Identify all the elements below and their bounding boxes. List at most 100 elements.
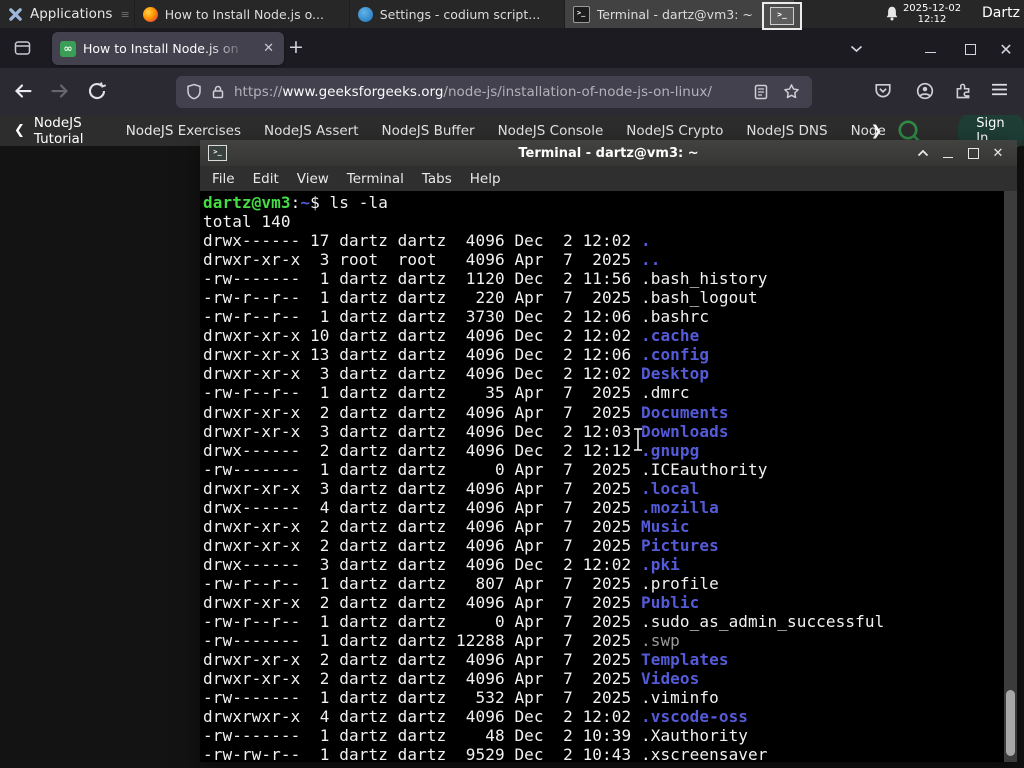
url-bar[interactable]: https://www.geeksforgeeks.org/node-js/in… [176, 75, 812, 108]
ls-meta: -rw------- 1 dartz dartz 48 Dec 2 10:39 [203, 726, 641, 746]
site-nav-item[interactable]: NodeJS Crypto [626, 123, 723, 139]
ls-name: Documents [640, 402, 729, 422]
ls-row: drwxr-xr-x 2 dartz dartz 4096 Apr 7 2025… [203, 669, 1017, 688]
prompt-line: dartz@vm3:~$ ls -la [203, 193, 1017, 212]
ls-name: .local [640, 478, 700, 498]
tracking-shield-icon[interactable] [186, 83, 202, 100]
back-button-icon[interactable] [13, 81, 33, 101]
reload-button-icon[interactable] [87, 81, 107, 101]
ls-row: -rw-r--r-- 1 dartz dartz 3730 Dec 2 12:0… [203, 307, 1017, 326]
ls-meta: drwxr-xr-x 3 dartz dartz 4096 Apr 7 2025 [203, 478, 641, 498]
terminal-scrollbar[interactable] [1004, 191, 1017, 762]
panel-username: Dartz [982, 5, 1020, 21]
url-text: https://www.geeksforgeeks.org/node-js/in… [234, 84, 712, 100]
site-nav-item[interactable]: NodeJS Exercises [126, 123, 241, 139]
url-domain: www.geeksforgeeks.org [282, 83, 444, 100]
taskbar-button-label: How to Install Node.js o... [164, 6, 324, 22]
ls-meta: drwx------ 2 dartz dartz 4096 Dec 2 12:1… [203, 440, 641, 460]
ls-name: .mozilla [640, 497, 719, 517]
taskbar-button-label: Settings - codium script... [379, 6, 541, 22]
ls-row: -rw-r--r-- 1 dartz dartz 0 Apr 7 2025 .s… [203, 612, 1017, 631]
ls-row: -rw------- 1 dartz dartz 48 Dec 2 10:39 … [203, 726, 1017, 745]
taskbar-button[interactable]: How to Install Node.js o... [133, 0, 349, 28]
window-close-button[interactable]: ✕ [994, 38, 1018, 60]
taskbar-button-label: Terminal - dartz@vm3: ~ [596, 6, 753, 22]
ls-name: .sudo_as_admin_successful [640, 612, 885, 632]
ls-meta: drwxr-xr-x 2 dartz dartz 4096 Apr 7 2025 [203, 592, 641, 612]
terminal-titlebar[interactable]: >_ Terminal - dartz@vm3: ~ ✕ [200, 140, 1017, 166]
ls-name: .profile [640, 573, 719, 593]
tab-close-icon[interactable]: ✕ [261, 41, 276, 56]
new-tab-button[interactable]: + [284, 36, 308, 60]
panel-handle-icon: ≡ [120, 7, 130, 21]
terminal-output[interactable]: dartz@vm3:~$ ls -la total 140 drwx------… [200, 191, 1017, 762]
ls-name: Music [640, 516, 690, 536]
prompt-user-host: dartz@vm3 [203, 193, 291, 212]
ls-name: .bash_logout [640, 288, 758, 308]
terminal-menu-file[interactable]: File [212, 171, 235, 187]
taskbar-button[interactable]: Settings - codium script... [348, 0, 564, 28]
pocket-icon[interactable] [874, 82, 892, 100]
tray-terminal-indicator-icon[interactable]: >_ [762, 2, 802, 30]
ls-row: -rw------- 1 dartz dartz 0 Apr 7 2025 .I… [203, 460, 1017, 479]
desktop: Applications ≡ How to Install Node.js o.… [0, 0, 1024, 768]
ls-meta: drwxr-xr-x 2 dartz dartz 4096 Apr 7 2025 [203, 650, 641, 670]
applications-menu-button[interactable]: Applications [0, 0, 120, 28]
site-nav-item[interactable]: NodeJS Console [498, 123, 604, 139]
bookmark-star-icon[interactable] [783, 83, 800, 100]
forward-button-icon[interactable] [50, 81, 70, 101]
ls-row: drwxr-xr-x 3 root root 4096 Apr 7 2025 .… [203, 250, 1017, 269]
ls-name: .vscode-oss [640, 707, 749, 727]
terminal-menu-view[interactable]: View [297, 171, 329, 187]
taskbar-button[interactable]: >_ Terminal - dartz@vm3: ~ [563, 0, 794, 28]
ls-meta: drwx------ 17 dartz dartz 4096 Dec 2 12:… [203, 231, 641, 251]
ls-meta: drwxr-xr-x 3 dartz dartz 4096 Dec 2 12:0… [203, 421, 641, 441]
ls-name: .viminfo [640, 688, 719, 708]
terminal-minimize-button[interactable] [941, 146, 955, 160]
extensions-puzzle-icon[interactable] [954, 82, 972, 100]
terminal-menu-tabs[interactable]: Tabs [422, 171, 452, 187]
terminal-shade-button[interactable] [916, 146, 930, 160]
panel-clock[interactable]: 2025-12-02 12:12 [902, 3, 962, 25]
terminal-icon: >_ [770, 7, 794, 25]
browser-tab[interactable]: ∞ How to Install Node.js on ✕ [52, 32, 284, 65]
geeksforgeeks-favicon-icon: ∞ [60, 40, 76, 57]
terminal-menu-terminal[interactable]: Terminal [347, 171, 404, 187]
terminal-menu-edit[interactable]: Edit [253, 171, 279, 187]
terminal-menu-help[interactable]: Help [470, 171, 501, 187]
ls-row: -rw-rw-r-- 1 dartz dartz 9529 Dec 2 10:4… [203, 745, 1017, 762]
terminal-icon: >_ [572, 5, 590, 23]
terminal-maximize-button[interactable] [966, 146, 980, 160]
reader-view-icon[interactable] [754, 84, 768, 100]
firefox-view-icon[interactable] [14, 40, 31, 56]
ls-name: Videos [640, 669, 700, 689]
account-icon[interactable] [916, 82, 934, 100]
notifications-bell-icon[interactable] [884, 5, 900, 22]
ls-name: Desktop [640, 364, 710, 384]
window-maximize-button[interactable] [958, 38, 982, 60]
top-panel: Applications ≡ How to Install Node.js o.… [0, 0, 1024, 30]
ls-meta: -rw------- 1 dartz dartz 1120 Dec 2 11:5… [203, 269, 641, 289]
site-nav-items: NodeJS Exercises NodeJS Assert NodeJS Buff… [126, 123, 885, 139]
chevron-right-icon[interactable]: ❯ [871, 123, 883, 139]
terminal-scrollbar-thumb[interactable] [1006, 690, 1015, 756]
site-nav-primary[interactable]: NodeJS Tutorial [34, 115, 102, 147]
list-all-tabs-chevron-icon[interactable] [844, 38, 868, 60]
clock-time: 12:12 [917, 14, 947, 25]
site-nav-item[interactable]: NodeJS Assert [264, 123, 359, 139]
chevron-left-icon[interactable]: ❮ [14, 123, 25, 138]
lock-icon[interactable] [211, 84, 225, 100]
ls-name: . [640, 231, 651, 251]
window-minimize-button[interactable] [918, 38, 942, 60]
prompt-cwd: ~ [300, 193, 311, 212]
terminal-close-button[interactable]: ✕ [991, 146, 1005, 161]
ls-name: .. [640, 250, 661, 270]
ls-meta: drwxr-xr-x 3 dartz dartz 4096 Dec 2 12:0… [203, 364, 641, 384]
site-nav-item[interactable]: NodeJS Buffer [382, 123, 475, 139]
ls-meta: drwxrwxr-x 4 dartz dartz 4096 Dec 2 12:0… [203, 707, 641, 727]
site-nav-item[interactable]: NodeJS DNS [746, 123, 827, 139]
hamburger-menu-icon[interactable] [991, 82, 1008, 97]
ls-meta: -rw-r--r-- 1 dartz dartz 220 Apr 7 2025 [203, 288, 641, 308]
ls-meta: -rw-r--r-- 1 dartz dartz 35 Apr 7 2025 [203, 383, 641, 403]
urlbar-actions [754, 83, 802, 100]
